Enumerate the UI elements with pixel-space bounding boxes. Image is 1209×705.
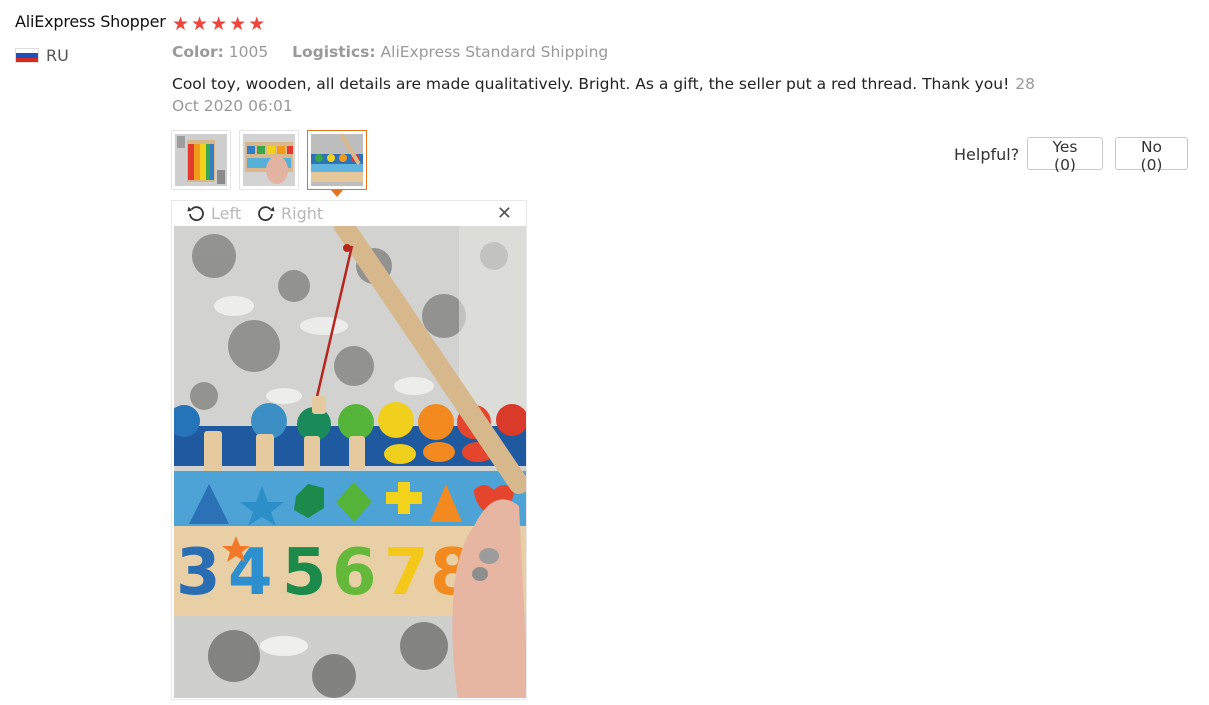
rotate-right-button[interactable]: Right [256,203,323,223]
color-label: Color: [172,43,224,61]
logistics-label: Logistics: [292,43,376,61]
color-value: 1005 [228,43,269,61]
helpful-yes-button[interactable]: Yes (0) [1027,137,1103,174]
review-photo-thumbnail[interactable] [239,130,299,190]
helpful-no-button[interactable]: No (0) [1115,137,1188,174]
star-icon: ★ [191,13,209,35]
star-rating: ★ ★ ★ ★ ★ [172,13,265,35]
star-icon: ★ [210,13,228,35]
close-icon[interactable]: ✕ [497,204,512,224]
rotate-left-icon [187,206,204,222]
review-photo-large: 3 4 5 6 7 8 [174,226,526,698]
rotate-right-icon [258,206,275,222]
review-text: Cool toy, wooden, all details are made q… [172,75,1010,93]
logistics-value: AliExpress Standard Shipping [380,43,609,61]
review-photo-thumbnail[interactable] [171,130,231,190]
thumbnail-image [243,134,295,186]
review-content: Cool toy, wooden, all details are made q… [172,73,1042,117]
photo-number: 6 [332,536,377,610]
photo-number: 3 [176,536,221,610]
order-attributes: Color: 1005 Logistics: AliExpress Standa… [172,43,608,61]
photo-number: 5 [282,536,327,610]
star-icon: ★ [229,13,247,35]
thumbnail-image [175,134,227,186]
photo-viewer: Left Right ✕ 3 4 5 6 7 8 [171,200,527,700]
photo-viewer-toolbar: Left Right ✕ [172,201,526,226]
photo-image: 3 4 5 6 7 8 [174,226,526,698]
rotate-left-button[interactable]: Left [186,203,241,223]
thumbnail-image [311,134,363,186]
reviewer-country: RU [46,46,69,65]
review-photo-thumbnails [171,130,367,197]
photo-number: 7 [384,536,429,610]
russia-flag-icon [15,48,39,63]
rotate-right-label: Right [281,203,324,223]
helpful-label: Helpful? [954,145,1020,164]
review-photo-thumbnail-active[interactable] [307,130,367,197]
star-icon: ★ [248,13,266,35]
reviewer-name: AliExpress Shopper [15,12,166,31]
star-icon: ★ [172,13,190,35]
rotate-left-label: Left [211,203,242,223]
